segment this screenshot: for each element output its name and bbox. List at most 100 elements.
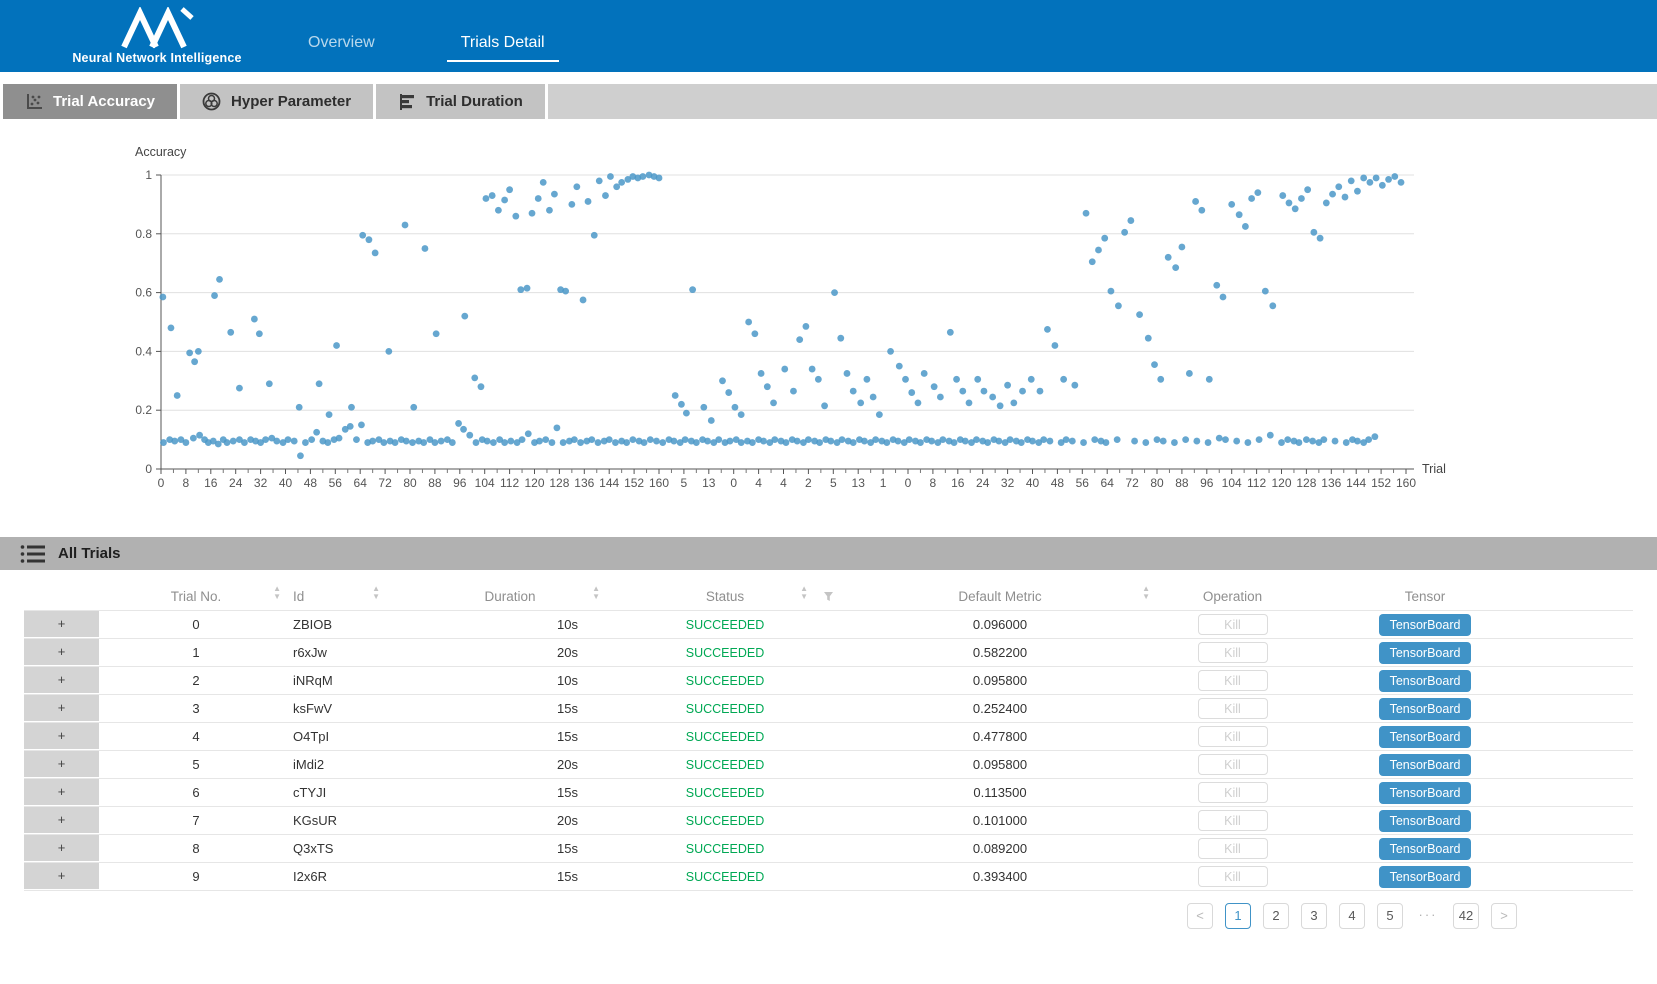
accuracy-scatter-chart[interactable]: 00.20.40.60.8108162432404856647280889610… [0, 129, 1657, 529]
sort-icon[interactable]: ▲▼ [1142, 585, 1150, 601]
svg-text:0: 0 [145, 462, 152, 476]
svg-text:8: 8 [930, 476, 937, 490]
expand-row-button[interactable]: + [24, 667, 99, 694]
duration-cell: 15s [410, 841, 610, 856]
kill-button[interactable]: Kill [1198, 866, 1268, 887]
trial-no-cell: 7 [99, 813, 293, 828]
tensorboard-button[interactable]: TensorBoard [1379, 614, 1471, 636]
svg-text:0.6: 0.6 [135, 286, 152, 300]
svg-text:80: 80 [1150, 476, 1164, 490]
trial-no-cell: 0 [99, 617, 293, 632]
scatter-icon [25, 93, 43, 111]
expand-row-button[interactable]: + [24, 723, 99, 750]
page-button-3[interactable]: 3 [1301, 903, 1327, 929]
page-button-42[interactable]: 42 [1453, 903, 1479, 929]
all-trials-title: All Trials [58, 545, 121, 562]
svg-text:72: 72 [1125, 476, 1139, 490]
sort-icon[interactable]: ▲▼ [273, 585, 281, 601]
main-nav: Overview Trials Detail [294, 0, 559, 72]
scatter-points [159, 172, 1404, 460]
prev-page-button[interactable]: < [1187, 903, 1213, 929]
expand-row-button[interactable]: + [24, 807, 99, 834]
kill-button[interactable]: Kill [1198, 810, 1268, 831]
svg-text:120: 120 [524, 476, 544, 490]
tab-overview[interactable]: Overview [294, 34, 389, 62]
trial-id-cell: iNRqM [293, 673, 410, 688]
status-badge: SUCCEEDED [610, 618, 840, 632]
tab-trial-accuracy[interactable]: Trial Accuracy [3, 84, 177, 119]
expand-row-button[interactable]: + [24, 611, 99, 638]
svg-text:4: 4 [755, 476, 762, 490]
table-row: +5iMdi220sSUCCEEDED0.095800KillTensorBoa… [24, 751, 1633, 779]
kill-button[interactable]: Kill [1198, 698, 1268, 719]
kill-button[interactable]: Kill [1198, 614, 1268, 635]
bars-icon [398, 93, 416, 111]
page-button-5[interactable]: 5 [1377, 903, 1403, 929]
kill-button[interactable]: Kill [1198, 642, 1268, 663]
svg-text:56: 56 [1076, 476, 1090, 490]
tensorboard-button[interactable]: TensorBoard [1379, 866, 1471, 888]
svg-text:1: 1 [145, 168, 152, 182]
trial-id-cell: ZBIOB [293, 617, 410, 632]
svg-text:64: 64 [354, 476, 368, 490]
svg-text:0.2: 0.2 [135, 403, 152, 417]
expand-row-button[interactable]: + [24, 863, 99, 890]
kill-button[interactable]: Kill [1198, 782, 1268, 803]
filter-icon[interactable] [823, 591, 834, 602]
nni-logo[interactable]: Neural Network Intelligence [62, 0, 252, 72]
col-duration[interactable]: Duration ▲▼ [410, 584, 610, 610]
tab-trial-duration[interactable]: Trial Duration [376, 84, 545, 119]
page-button-1[interactable]: 1 [1225, 903, 1251, 929]
next-page-button[interactable]: > [1491, 903, 1517, 929]
sort-icon[interactable]: ▲▼ [372, 585, 380, 601]
kill-button[interactable]: Kill [1198, 670, 1268, 691]
sort-icon[interactable]: ▲▼ [800, 585, 808, 601]
expand-row-button[interactable]: + [24, 639, 99, 666]
tensorboard-button[interactable]: TensorBoard [1379, 782, 1471, 804]
trial-id-cell: cTYJI [293, 785, 410, 800]
trial-id-cell: I2x6R [293, 869, 410, 884]
tensorboard-button[interactable]: TensorBoard [1379, 810, 1471, 832]
expand-row-button[interactable]: + [24, 695, 99, 722]
status-badge: SUCCEEDED [610, 646, 840, 660]
col-status[interactable]: Status ▲▼ [610, 584, 840, 610]
svg-text:2: 2 [805, 476, 812, 490]
list-icon [20, 543, 46, 565]
page-button-2[interactable]: 2 [1263, 903, 1289, 929]
col-default-metric[interactable]: Default Metric ▲▼ [840, 584, 1160, 610]
default-metric-cell: 0.393400 [840, 869, 1160, 884]
sort-icon[interactable]: ▲▼ [592, 585, 600, 601]
status-badge: SUCCEEDED [610, 842, 840, 856]
kill-button[interactable]: Kill [1198, 726, 1268, 747]
svg-text:13: 13 [702, 476, 716, 490]
tab-trials-detail[interactable]: Trials Detail [447, 34, 559, 62]
kill-button[interactable]: Kill [1198, 838, 1268, 859]
trial-id-cell: iMdi2 [293, 757, 410, 772]
svg-text:152: 152 [1371, 476, 1391, 490]
status-badge: SUCCEEDED [610, 730, 840, 744]
col-operation: Operation [1160, 584, 1305, 610]
tab-hyper-parameter[interactable]: Hyper Parameter [180, 84, 373, 119]
svg-text:48: 48 [304, 476, 318, 490]
svg-text:0: 0 [158, 476, 165, 490]
kill-button[interactable]: Kill [1198, 754, 1268, 775]
tensor-cell: TensorBoard [1305, 866, 1545, 888]
tensorboard-button[interactable]: TensorBoard [1379, 838, 1471, 860]
expand-row-button[interactable]: + [24, 835, 99, 862]
tensorboard-button[interactable]: TensorBoard [1379, 670, 1471, 692]
tensorboard-button[interactable]: TensorBoard [1379, 698, 1471, 720]
operation-cell: Kill [1160, 614, 1305, 635]
svg-text:96: 96 [453, 476, 467, 490]
tensorboard-button[interactable]: TensorBoard [1379, 642, 1471, 664]
col-filler [1545, 584, 1633, 610]
col-trial-no[interactable]: Trial No. ▲▼ [99, 584, 293, 610]
col-id[interactable]: Id ▲▼ [293, 584, 410, 610]
default-metric-cell: 0.095800 [840, 757, 1160, 772]
tensorboard-button[interactable]: TensorBoard [1379, 726, 1471, 748]
expand-column-header [24, 584, 99, 610]
tensorboard-button[interactable]: TensorBoard [1379, 754, 1471, 776]
page-button-4[interactable]: 4 [1339, 903, 1365, 929]
expand-row-button[interactable]: + [24, 779, 99, 806]
expand-row-button[interactable]: + [24, 751, 99, 778]
logo-title: Neural Network Intelligence [72, 51, 241, 65]
